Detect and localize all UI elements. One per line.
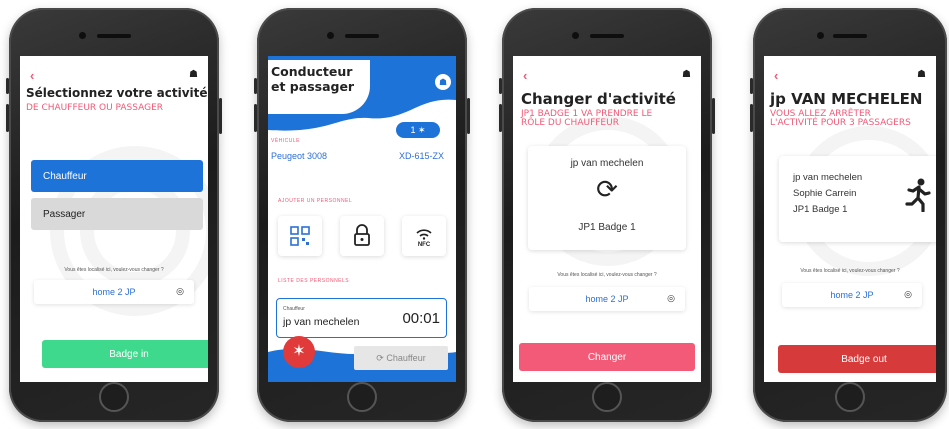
swap-card: jp van mechelen ⟳ JP1 Badge 1 [528, 146, 686, 250]
nfc-option[interactable]: NFC [402, 216, 446, 256]
from-person: jp van mechelen [570, 158, 644, 169]
page-subtitle: JP1 BADGE 1 VA PRENDRE LE RÔLE DU CHAUFF… [521, 109, 653, 128]
camera [817, 32, 824, 39]
staff-role: Chauffeur [283, 306, 305, 312]
home-button[interactable] [592, 382, 622, 412]
add-staff-label: AJOUTER UN PERSONNEL [278, 198, 353, 204]
qr-code-icon [290, 226, 310, 246]
driver-passenger-screen: Conducteur et passager ☗ 1 ✶ VÉHICULE Pe… [268, 56, 456, 382]
staff-timer: 00:01 [402, 310, 440, 327]
exit-runner-button[interactable]: ✶ [283, 336, 315, 368]
page-title: jp VAN MECHELEN [770, 90, 923, 108]
speaker [97, 34, 131, 38]
badge-in-button[interactable]: Badge in [42, 340, 208, 368]
phone-4: ‹ ☗ jp VAN MECHELEN VOUS ALLEZ ARRÊTER L… [750, 8, 947, 422]
lock-icon [354, 224, 370, 246]
person-item: JP1 Badge 1 [793, 204, 848, 215]
phone-2: Conducteur et passager ☗ 1 ✶ VÉHICULE Pe… [254, 8, 470, 422]
camera [79, 32, 86, 39]
location-label: home 2 JP [585, 294, 629, 304]
driver-button[interactable]: Chauffeur [31, 160, 203, 192]
page-title: Conducteur et passager [271, 64, 355, 94]
staff-row[interactable]: Chauffeur jp van mechelen 00:01 [276, 298, 447, 338]
location-label: home 2 JP [92, 287, 136, 297]
change-role-button[interactable]: ⟳ Chauffeur [354, 346, 448, 370]
speaker [345, 34, 379, 38]
badge-out-screen: ‹ ☗ jp VAN MECHELEN VOUS ALLEZ ARRÊTER L… [764, 56, 936, 382]
passenger-count-badge: 1 ✶ [396, 122, 440, 138]
vehicle-name: Peugeot 3008 [271, 151, 328, 161]
location-label: home 2 JP [830, 290, 874, 300]
change-button[interactable]: Changer [519, 343, 695, 371]
passengers-card: jp van mechelen Sophie Carrein JP1 Badge… [779, 156, 936, 242]
staff-list-label: LISTE DES PERSONNELS [278, 278, 350, 284]
home-icon[interactable]: ☗ [435, 74, 451, 90]
passenger-button[interactable]: Passager [31, 198, 203, 230]
nfc-icon [416, 229, 432, 240]
page-title: Changer d'activité [521, 90, 676, 108]
target-icon: ◎ [667, 293, 675, 303]
phone-1: ‹ ☗ Sélectionnez votre activité DE CHAUF… [6, 8, 222, 422]
vehicle-label: VÉHICULE [271, 138, 301, 144]
activity-select-screen: ‹ ☗ Sélectionnez votre activité DE CHAUF… [20, 56, 208, 382]
qr-code-option[interactable] [278, 216, 322, 256]
swap-icon: ⟳ [596, 174, 618, 204]
page-title: Sélectionnez votre activité [26, 86, 208, 100]
page-subtitle: VOUS ALLEZ ARRÊTER L'ACTIVITÉ POUR 3 PAS… [770, 109, 911, 128]
staff-name: jp van mechelen [283, 316, 360, 328]
camera [327, 32, 334, 39]
back-icon[interactable]: ‹ [523, 68, 527, 83]
location-selector[interactable]: home 2 JP ◎ [782, 283, 922, 307]
badge-out-button[interactable]: Badge out [778, 345, 936, 373]
location-note: Vous êtes localisé ici, voulez-vous chan… [64, 267, 164, 273]
running-person-icon [905, 178, 931, 212]
nfc-text: NFC [417, 242, 431, 248]
speaker [590, 34, 624, 38]
speaker [833, 34, 867, 38]
people-list: jp van mechelen Sophie Carrein JP1 Badge… [793, 170, 862, 218]
person-item: Sophie Carrein [793, 188, 857, 199]
home-icon[interactable]: ☗ [682, 69, 691, 80]
lock-option[interactable] [340, 216, 384, 256]
change-activity-screen: ‹ ☗ Changer d'activité JP1 BADGE 1 VA PR… [513, 56, 701, 382]
location-note: Vous êtes localisé ici, voulez-vous chan… [557, 272, 657, 278]
location-selector[interactable]: home 2 JP ◎ [34, 280, 194, 304]
target-icon: ◎ [176, 286, 184, 296]
home-button[interactable] [99, 382, 129, 412]
target-icon: ◎ [904, 289, 912, 299]
vehicle-plate: XD-615-ZX [398, 151, 444, 161]
page-subtitle: DE CHAUFFEUR OU PASSAGER [26, 103, 164, 113]
location-selector[interactable]: home 2 JP ◎ [529, 287, 685, 311]
home-button[interactable] [347, 382, 377, 412]
home-button[interactable] [835, 382, 865, 412]
running-person-icon: ✶ [292, 343, 306, 360]
camera [572, 32, 579, 39]
home-icon[interactable]: ☗ [917, 69, 926, 80]
back-icon[interactable]: ‹ [774, 68, 778, 83]
location-note: Vous êtes localisé ici, voulez-vous chan… [800, 268, 900, 274]
phone-3: ‹ ☗ Changer d'activité JP1 BADGE 1 VA PR… [499, 8, 715, 422]
back-icon[interactable]: ‹ [30, 68, 34, 83]
to-person: JP1 Badge 1 [578, 222, 636, 233]
home-icon[interactable]: ☗ [189, 69, 198, 80]
person-item: jp van mechelen [793, 172, 863, 183]
